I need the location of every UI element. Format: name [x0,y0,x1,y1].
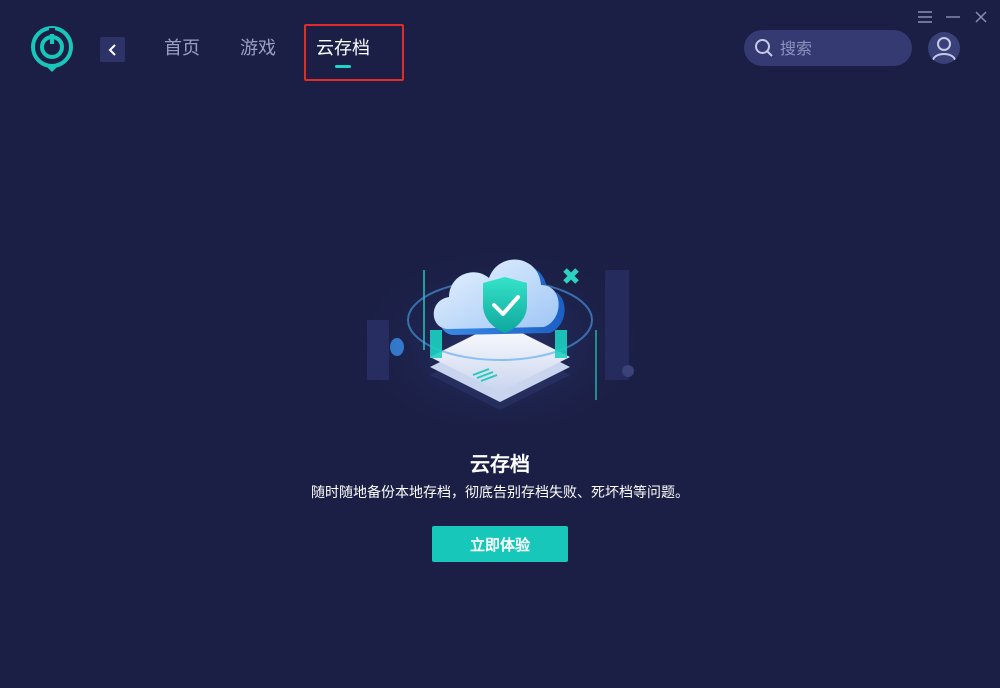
nav-tab-games[interactable]: 游戏 [240,37,276,61]
nav-tab-cloud-save[interactable]: 云存档 [316,37,370,68]
try-now-button[interactable]: 立即体验 [432,526,568,562]
app-logo-icon[interactable] [30,26,74,74]
main-nav: 首页 游戏 云存档 [164,37,410,68]
nav-tab-home[interactable]: 首页 [164,37,200,61]
chevron-left-icon [108,43,116,56]
user-icon [932,37,956,61]
back-button[interactable] [100,37,125,62]
page-title: 云存档 [470,452,530,476]
search-input[interactable] [780,38,900,58]
top-navigation-bar: 首页 游戏 云存档 [0,0,1000,96]
search-box[interactable] [744,30,912,66]
avatar[interactable] [928,32,960,64]
page-description: 随时随地备份本地存档，彻底告别存档失败、死坏档等问题。 [311,485,689,501]
search-icon [755,39,773,57]
cloud-check-icon [355,225,645,430]
